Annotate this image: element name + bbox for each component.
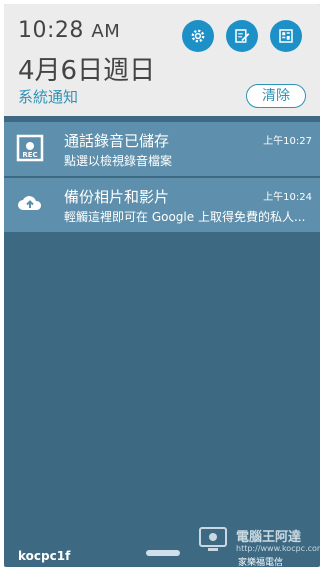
cloud-upload-icon	[18, 196, 42, 210]
date: 4月6日週日	[18, 56, 156, 86]
settings-icon	[191, 29, 205, 43]
edit-button[interactable]	[226, 20, 258, 52]
watermark-url: http://www.kocpc.com.tw	[236, 544, 320, 553]
watermark-logo-icon	[199, 527, 227, 551]
edit-icon	[235, 29, 250, 43]
rec-icon: REC	[16, 134, 44, 162]
clear-button[interactable]: 清除	[246, 84, 306, 108]
app-list-button[interactable]	[270, 20, 302, 52]
shade-drag-handle[interactable]	[146, 550, 180, 556]
notification-title: 備份相片和影片	[64, 188, 170, 206]
notification-time: 上午10:24	[263, 192, 312, 203]
notification-photo-backup[interactable]: 備份相片和影片 輕觸這裡即可在 Google 上取得免費的私人... 上午10:…	[4, 178, 320, 232]
watermark: 電腦王阿達 http://www.kocpc.com.tw	[196, 524, 320, 558]
settings-button[interactable]	[182, 20, 214, 52]
app-list-icon	[279, 29, 293, 43]
notification-shade: 10:28 AM 4月6日週日 系統通知 清除 REC 通話錄音已儲存 點選以檢…	[4, 4, 320, 567]
shade-header: 10:28 AM 4月6日週日 系統通知 清除	[4, 4, 320, 116]
clock-ampm: AM	[91, 21, 121, 42]
clock: 10:28 AM	[18, 18, 120, 43]
notification-subtitle: 點選以檢視錄音檔案	[64, 154, 173, 168]
notification-subtitle: 輕觸這裡即可在 Google 上取得免費的私人...	[64, 210, 306, 224]
telecom-label: 家樂福電信	[238, 558, 284, 567]
svg-text:REC: REC	[22, 151, 37, 159]
notification-call-recording[interactable]: REC 通話錄音已儲存 點選以檢視錄音檔案 上午10:27	[4, 122, 320, 176]
clock-time: 10:28	[18, 18, 84, 43]
watermark-text: 電腦王阿達	[236, 530, 302, 545]
section-title: 系統通知	[18, 88, 79, 106]
notification-title: 通話錄音已儲存	[64, 132, 170, 150]
notification-time: 上午10:27	[263, 136, 312, 147]
carrier-label: kocpc1f	[18, 549, 71, 563]
